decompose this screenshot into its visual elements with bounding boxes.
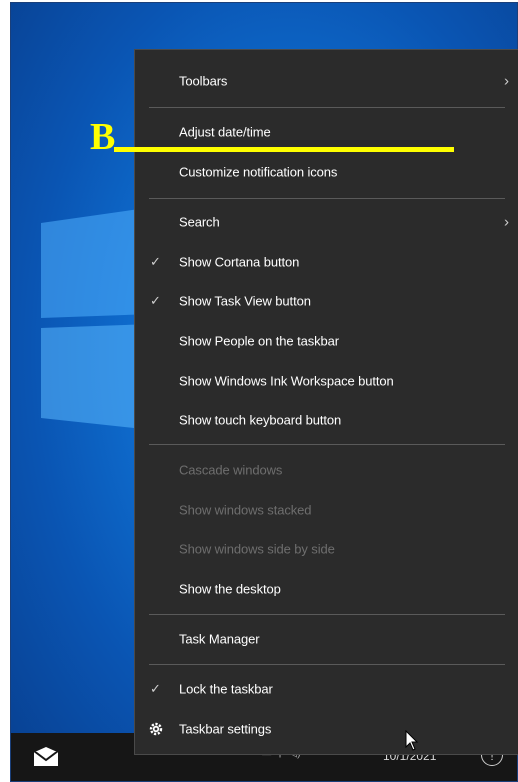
menu-item-show-the-desktop[interactable]: Show the desktop: [135, 569, 518, 609]
menu-item-label: Show People on the taskbar: [179, 333, 340, 349]
menu-item-show-touch-keyboard[interactable]: Show touch keyboard button: [135, 400, 518, 440]
menu-item-label: Customize notification icons: [179, 164, 338, 180]
menu-item-show-windows-stacked: Show windows stacked: [135, 490, 518, 530]
checkmark-icon: ✓: [150, 681, 161, 696]
menu-item-cascade-windows: Cascade windows: [135, 450, 518, 490]
menu-separator: [149, 444, 505, 445]
menu-item-show-windows-ink[interactable]: Show Windows Ink Workspace button: [135, 361, 518, 401]
menu-item-label: Show touch keyboard button: [179, 412, 342, 428]
chevron-right-icon: ›: [504, 213, 509, 231]
menu-item-task-manager[interactable]: Task Manager: [135, 619, 518, 659]
menu-item-taskbar-settings[interactable]: Taskbar settings: [135, 709, 518, 749]
gear-icon: [149, 722, 163, 736]
menu-item-label: Taskbar settings: [179, 721, 272, 737]
menu-item-label: Adjust date/time: [179, 124, 271, 140]
menu-item-show-cortana-button[interactable]: ✓ Show Cortana button: [135, 242, 518, 282]
menu-item-label: Show Task View button: [179, 293, 311, 309]
menu-item-label: Cascade windows: [179, 462, 283, 478]
menu-item-toolbars[interactable]: Toolbars ›: [135, 61, 518, 101]
menu-item-lock-the-taskbar[interactable]: ✓ Lock the taskbar: [135, 669, 518, 709]
menu-item-show-task-view-button[interactable]: ✓ Show Task View button: [135, 281, 518, 321]
mail-icon[interactable]: [33, 747, 59, 767]
menu-item-label: Search: [179, 214, 220, 230]
annotation-underline: [114, 147, 454, 152]
menu-item-search[interactable]: Search ›: [135, 202, 518, 242]
taskbar-context-menu: Toolbars › Adjust date/time Customize no…: [134, 49, 518, 755]
menu-separator: [149, 664, 505, 665]
annotation-letter: B: [90, 116, 116, 158]
menu-item-label: Show windows side by side: [179, 541, 335, 557]
menu-separator: [149, 614, 505, 615]
menu-item-label: Task Manager: [179, 631, 260, 647]
menu-item-customize-notification-icons[interactable]: Customize notification icons: [135, 152, 518, 192]
chevron-right-icon: ›: [504, 72, 509, 90]
menu-separator: [149, 198, 505, 199]
menu-item-label: Show Cortana button: [179, 254, 300, 270]
menu-item-show-windows-side-by-side: Show windows side by side: [135, 529, 518, 569]
menu-item-label: Show windows stacked: [179, 502, 312, 518]
mouse-cursor-icon: [405, 730, 419, 751]
menu-item-show-people[interactable]: Show People on the taskbar: [135, 321, 518, 361]
menu-item-adjust-date-time[interactable]: Adjust date/time: [135, 112, 518, 152]
menu-separator: [149, 107, 505, 108]
menu-item-label: Lock the taskbar: [179, 681, 273, 697]
menu-item-label: Show Windows Ink Workspace button: [179, 373, 394, 389]
menu-item-label: Show the desktop: [179, 581, 281, 597]
checkmark-icon: ✓: [150, 293, 161, 308]
checkmark-icon: ✓: [150, 254, 161, 269]
menu-item-label: Toolbars: [179, 73, 228, 89]
